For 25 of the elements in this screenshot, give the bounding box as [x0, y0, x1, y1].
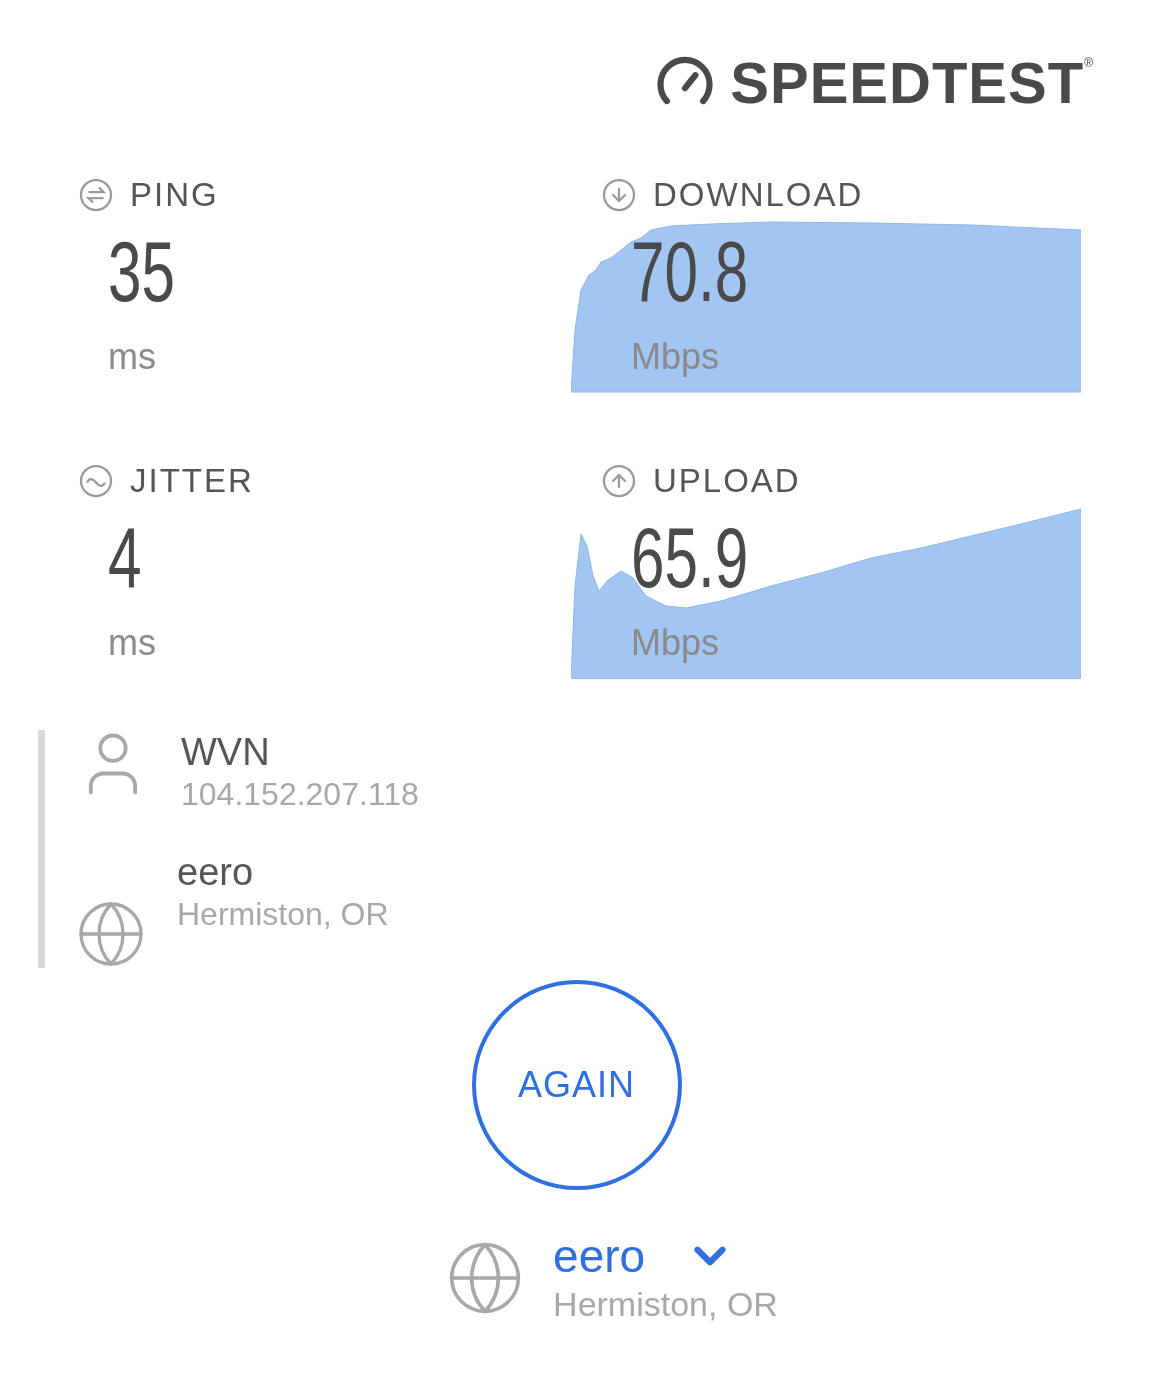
- upload-icon: [601, 463, 637, 499]
- metric-value: 35: [108, 228, 175, 314]
- metric-unit: Mbps: [631, 336, 720, 377]
- metric-label: DOWNLOAD: [653, 175, 864, 216]
- metric-label: UPLOAD: [653, 461, 801, 502]
- server-location: Hermiston, OR: [177, 895, 389, 934]
- wave-icon: [78, 463, 114, 499]
- ip-address: 104.152.207.118: [181, 775, 419, 814]
- metric-value: 4: [108, 514, 142, 600]
- provider-name: WVN: [181, 730, 271, 774]
- again-button[interactable]: AGAIN: [471, 980, 682, 1190]
- ping-icon: [78, 177, 114, 213]
- download-icon: [601, 177, 637, 213]
- server-selector[interactable]: eero: [553, 1230, 778, 1282]
- metric-unit: ms: [108, 622, 156, 663]
- server-name: eero: [177, 850, 255, 894]
- metric-label: PING: [130, 175, 219, 216]
- metric-label: JITTER: [130, 461, 254, 502]
- server-location: Hermiston, OR: [553, 1284, 778, 1325]
- metric-value: 70.8: [631, 228, 749, 314]
- metric-value: 65.9: [631, 514, 749, 600]
- registered-mark: ®: [1084, 54, 1093, 70]
- metric-unit: ms: [108, 336, 156, 377]
- logo-text: SPEEDTEST: [730, 53, 1085, 112]
- metric-unit: Mbps: [631, 622, 720, 663]
